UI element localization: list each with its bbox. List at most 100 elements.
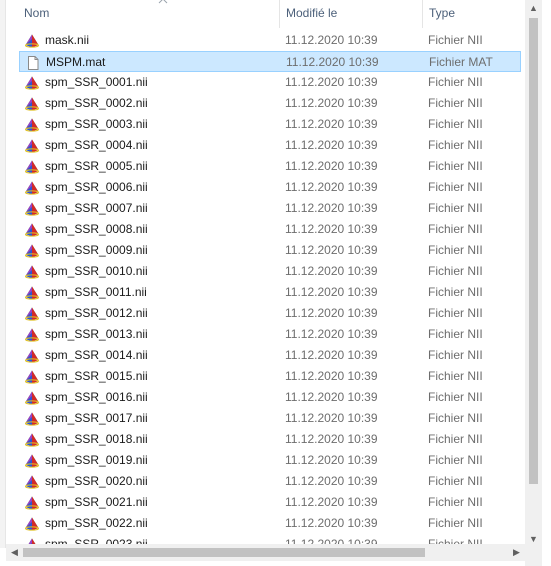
file-modified-date: 11.12.2020 10:39 bbox=[285, 75, 378, 89]
nii-file-icon bbox=[24, 201, 40, 217]
file-name: spm_SSR_0012.nii bbox=[45, 306, 148, 320]
file-name: MSPM.mat bbox=[46, 55, 106, 69]
file-modified-date: 11.12.2020 10:39 bbox=[285, 243, 378, 257]
column-header-date-label: Modifié le bbox=[286, 6, 338, 20]
file-modified-date: 11.12.2020 10:39 bbox=[285, 537, 378, 544]
scroll-left-button[interactable]: ◀ bbox=[6, 544, 23, 561]
file-name: spm_SSR_0010.nii bbox=[45, 264, 148, 278]
horizontal-scroll-thumb[interactable] bbox=[23, 548, 425, 557]
file-name: spm_SSR_0019.nii bbox=[45, 453, 148, 467]
file-row[interactable]: spm_SSR_0016.nii 11.12.2020 10:39 Fichier … bbox=[19, 387, 521, 408]
file-row[interactable]: spm_SSR_0020.nii 11.12.2020 10:39 Fichier … bbox=[19, 471, 521, 492]
file-row[interactable]: spm_SSR_0013.nii 11.12.2020 10:39 Fichier … bbox=[19, 324, 521, 345]
file-row[interactable]: MSPM.mat 11.12.2020 10:39 Fichier MAT bbox=[19, 51, 521, 72]
file-modified-date: 11.12.2020 10:39 bbox=[285, 474, 378, 488]
file-name: spm_SSR_0020.nii bbox=[45, 474, 148, 488]
file-name: spm_SSR_0008.nii bbox=[45, 222, 148, 236]
file-row[interactable]: spm_SSR_0011.nii 11.12.2020 10:39 Fichier … bbox=[19, 282, 521, 303]
file-type: Fichier NII bbox=[428, 222, 483, 236]
file-modified-date: 11.12.2020 10:39 bbox=[285, 201, 378, 215]
file-row[interactable]: spm_SSR_0001.nii 11.12.2020 10:39 Fichier … bbox=[19, 72, 521, 93]
file-row[interactable]: spm_SSR_0012.nii 11.12.2020 10:39 Fichier … bbox=[19, 303, 521, 324]
file-name: spm_SSR_0013.nii bbox=[45, 327, 148, 341]
scrollbar-corner bbox=[525, 548, 542, 566]
window-bottom-edge bbox=[0, 561, 525, 566]
vertical-scrollbar[interactable]: ▲ ▼ bbox=[525, 0, 542, 548]
nii-file-icon bbox=[24, 117, 40, 133]
file-row[interactable]: spm_SSR_0019.nii 11.12.2020 10:39 Fichier … bbox=[19, 450, 521, 471]
file-modified-date: 11.12.2020 10:39 bbox=[285, 138, 378, 152]
nii-file-icon bbox=[24, 369, 40, 385]
file-modified-date: 11.12.2020 10:39 bbox=[285, 327, 378, 341]
file-type: Fichier NII bbox=[428, 159, 483, 173]
file-type: Fichier NII bbox=[428, 33, 483, 47]
nii-file-icon bbox=[24, 285, 40, 301]
column-header-name[interactable]: Nom bbox=[18, 0, 278, 28]
file-type: Fichier NII bbox=[428, 537, 483, 544]
column-header-type-label: Type bbox=[429, 6, 456, 20]
file-type: Fichier NII bbox=[428, 411, 483, 425]
file-modified-date: 11.12.2020 10:39 bbox=[285, 390, 378, 404]
file-modified-date: 11.12.2020 10:39 bbox=[285, 159, 378, 173]
file-type: Fichier NII bbox=[428, 201, 483, 215]
file-row[interactable]: spm_SSR_0022.nii 11.12.2020 10:39 Fichier … bbox=[19, 513, 521, 534]
nii-file-icon bbox=[24, 537, 40, 544]
file-name: spm_SSR_0002.nii bbox=[45, 96, 148, 110]
file-modified-date: 11.12.2020 10:39 bbox=[285, 369, 378, 383]
chevron-left-icon: ◀ bbox=[11, 547, 18, 557]
file-row[interactable]: spm_SSR_0021.nii 11.12.2020 10:39 Fichier … bbox=[19, 492, 521, 513]
nii-file-icon bbox=[24, 348, 40, 364]
file-type: Fichier NII bbox=[428, 369, 483, 383]
scroll-right-button[interactable]: ▶ bbox=[508, 544, 525, 561]
file-name: spm_SSR_0007.nii bbox=[45, 201, 148, 215]
file-row[interactable]: spm_SSR_0010.nii 11.12.2020 10:39 Fichier … bbox=[19, 261, 521, 282]
file-row[interactable]: spm_SSR_0014.nii 11.12.2020 10:39 Fichier … bbox=[19, 345, 521, 366]
file-name: spm_SSR_0014.nii bbox=[45, 348, 148, 362]
file-name: spm_SSR_0011.nii bbox=[45, 285, 147, 299]
horizontal-scrollbar[interactable]: ◀ ▶ bbox=[6, 544, 525, 561]
file-row[interactable]: spm_SSR_0018.nii 11.12.2020 10:39 Fichier … bbox=[19, 429, 521, 450]
file-name: spm_SSR_0006.nii bbox=[45, 180, 148, 194]
file-modified-date: 11.12.2020 10:39 bbox=[285, 117, 378, 131]
file-type: Fichier NII bbox=[428, 306, 483, 320]
file-modified-date: 11.12.2020 10:39 bbox=[285, 264, 378, 278]
nii-file-icon bbox=[24, 75, 40, 91]
column-header-type[interactable]: Type bbox=[422, 0, 525, 28]
file-row[interactable]: spm_SSR_0023.nii 11.12.2020 10:39 Fichier … bbox=[19, 534, 521, 544]
file-type: Fichier NII bbox=[428, 96, 483, 110]
file-type: Fichier NII bbox=[428, 180, 483, 194]
file-row[interactable]: spm_SSR_0015.nii 11.12.2020 10:39 Fichier … bbox=[19, 366, 521, 387]
file-type: Fichier NII bbox=[428, 75, 483, 89]
file-name: spm_SSR_0017.nii bbox=[45, 411, 148, 425]
file-row[interactable]: spm_SSR_0006.nii 11.12.2020 10:39 Fichier … bbox=[19, 177, 521, 198]
nii-file-icon bbox=[24, 306, 40, 322]
file-modified-date: 11.12.2020 10:39 bbox=[286, 55, 379, 69]
file-modified-date: 11.12.2020 10:39 bbox=[285, 306, 378, 320]
file-row[interactable]: spm_SSR_0003.nii 11.12.2020 10:39 Fichier … bbox=[19, 114, 521, 135]
file-row[interactable]: spm_SSR_0002.nii 11.12.2020 10:39 Fichier … bbox=[19, 93, 521, 114]
column-header-date[interactable]: Modifié le bbox=[279, 0, 422, 28]
file-name: spm_SSR_0021.nii bbox=[45, 495, 148, 509]
file-row[interactable]: spm_SSR_0005.nii 11.12.2020 10:39 Fichier … bbox=[19, 156, 521, 177]
file-modified-date: 11.12.2020 10:39 bbox=[285, 222, 378, 236]
nii-file-icon bbox=[24, 33, 40, 49]
file-type: Fichier NII bbox=[428, 243, 483, 257]
vertical-scroll-thumb[interactable] bbox=[529, 18, 538, 484]
scroll-down-button[interactable]: ▼ bbox=[525, 531, 542, 548]
file-row[interactable]: spm_SSR_0017.nii 11.12.2020 10:39 Fichier … bbox=[19, 408, 521, 429]
file-modified-date: 11.12.2020 10:39 bbox=[285, 411, 378, 425]
file-row[interactable]: spm_SSR_0007.nii 11.12.2020 10:39 Fichier … bbox=[19, 198, 521, 219]
file-list: mask.nii 11.12.2020 10:39 Fichier NII MSPM.… bbox=[6, 30, 525, 544]
file-type: Fichier NII bbox=[428, 474, 483, 488]
chevron-down-icon: ▼ bbox=[529, 534, 538, 544]
file-row[interactable]: spm_SSR_0008.nii 11.12.2020 10:39 Fichier … bbox=[19, 219, 521, 240]
nii-file-icon bbox=[24, 180, 40, 196]
column-header-name-label: Nom bbox=[24, 6, 50, 20]
file-modified-date: 11.12.2020 10:39 bbox=[285, 348, 378, 362]
file-row[interactable]: spm_SSR_0009.nii 11.12.2020 10:39 Fichier … bbox=[19, 240, 521, 261]
scroll-up-button[interactable]: ▲ bbox=[525, 0, 542, 17]
file-modified-date: 11.12.2020 10:39 bbox=[285, 516, 378, 530]
file-row[interactable]: spm_SSR_0004.nii 11.12.2020 10:39 Fichier … bbox=[19, 135, 521, 156]
file-name: spm_SSR_0003.nii bbox=[45, 117, 148, 131]
file-row[interactable]: mask.nii 11.12.2020 10:39 Fichier NII bbox=[19, 30, 521, 51]
